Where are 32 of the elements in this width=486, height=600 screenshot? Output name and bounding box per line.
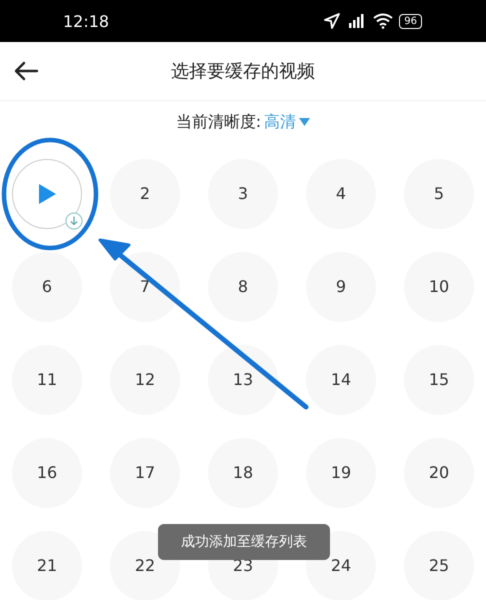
cache-toast: 成功添加至缓存列表 [158,524,330,560]
episode-button[interactable]: 25 [404,530,474,600]
episode-button[interactable]: 7 [110,252,180,322]
episode-button[interactable]: 12 [110,344,180,414]
play-icon [37,182,57,204]
episode-button[interactable] [12,158,82,228]
episode-button[interactable]: 10 [404,252,474,322]
quality-label: 当前清晰度: [176,112,262,132]
episode-button[interactable]: 14 [306,344,376,414]
episode-button[interactable]: 9 [306,252,376,322]
episode-button[interactable]: 15 [404,344,474,414]
wifi-icon [373,13,394,29]
episode-button[interactable]: 4 [306,158,376,228]
location-icon [323,13,342,29]
back-icon[interactable] [13,61,39,81]
episode-button[interactable]: 13 [208,344,278,414]
dropdown-caret-icon[interactable] [299,118,310,126]
episode-button[interactable]: 17 [110,438,180,508]
episode-button[interactable]: 18 [208,438,278,508]
episode-button[interactable]: 21 [12,530,82,600]
episode-button[interactable]: 3 [208,158,278,228]
page-title: 选择要缓存的视频 [171,60,315,83]
episode-button[interactable]: 8 [208,252,278,322]
episode-button[interactable]: 19 [306,438,376,508]
episode-button[interactable]: 2 [110,158,180,228]
episode-button[interactable]: 6 [12,252,82,322]
status-time: 12:18 [63,12,110,30]
episode-button[interactable]: 5 [404,158,474,228]
battery-indicator: 96 [399,14,422,28]
episode-button[interactable]: 20 [404,438,474,508]
episode-button[interactable]: 16 [12,438,82,508]
episode-button[interactable]: 11 [12,344,82,414]
